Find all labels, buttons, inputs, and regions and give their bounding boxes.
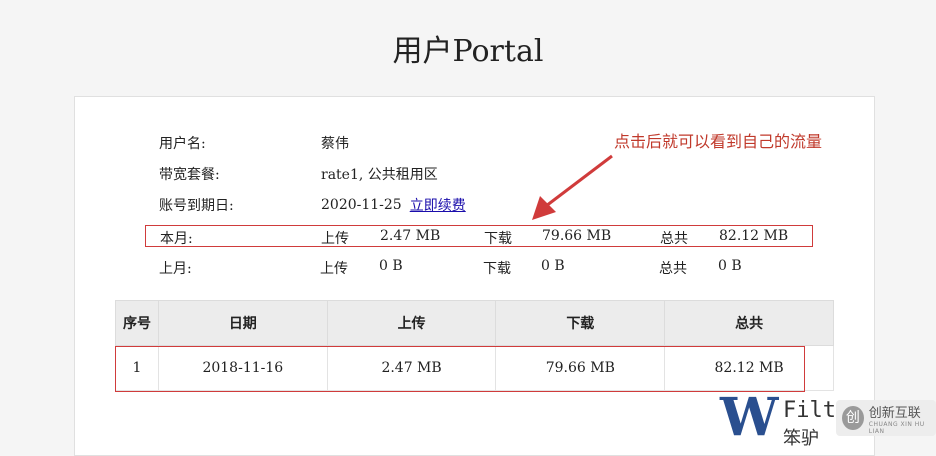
header-download: 下载 xyxy=(495,300,666,346)
last-month-download-label: 下载 xyxy=(483,261,511,277)
table-header-row: 序号 日期 上传 下载 总共 xyxy=(115,300,834,346)
brand-subtitle: CHUANG XIN HU LIAN xyxy=(868,420,925,435)
this-month-total-label: 总共 xyxy=(660,231,688,247)
this-month-total-value: 82.12 MB xyxy=(719,228,789,244)
username-value: 蔡伟 xyxy=(321,136,349,152)
row-highlight-box xyxy=(115,346,805,392)
last-month-download-value: 0 B xyxy=(541,258,565,274)
page-title: 用户Portal xyxy=(392,34,544,69)
this-month-upload-value: 2.47 MB xyxy=(380,228,441,244)
plan-row: 带宽套餐: rate1, 公共租用区 xyxy=(159,164,438,184)
annotation-text: 点击后就可以看到自己的流量 xyxy=(614,132,823,151)
this-month-row: 本月: 上传 2.47 MB 下载 79.66 MB 总共 82.12 MB xyxy=(145,225,813,247)
brand-badge: 创 创新互联 CHUANG XIN HU LIAN xyxy=(836,400,936,436)
header-upload: 上传 xyxy=(326,300,497,346)
brand-logo-icon: 创 xyxy=(842,406,864,430)
this-month-download-label: 下载 xyxy=(484,231,512,247)
last-month-total-value: 0 B xyxy=(718,258,742,274)
last-month-upload-label: 上传 xyxy=(320,261,348,277)
header-index: 序号 xyxy=(115,300,159,346)
this-month-download-value: 79.66 MB xyxy=(542,228,612,244)
last-month-label: 上月: xyxy=(159,261,192,277)
header-date: 日期 xyxy=(157,300,328,346)
watermark-text-line2: 笨驴 xyxy=(783,428,819,449)
last-month-total-label: 总共 xyxy=(659,261,687,277)
this-month-label: 本月: xyxy=(160,231,193,247)
expiry-value: 2020-11-25 xyxy=(321,197,402,213)
last-month-upload-value: 0 B xyxy=(379,258,403,274)
annotation-arrow-icon xyxy=(532,154,613,220)
expiry-label: 账号到期日: xyxy=(159,198,234,214)
watermark-text-line1: Filt xyxy=(783,398,836,423)
plan-label: 带宽套餐: xyxy=(159,167,220,183)
last-month-row: 上月: 上传 0 B 下载 0 B 总共 0 B xyxy=(145,256,813,278)
plan-value: rate1, 公共租用区 xyxy=(321,167,438,183)
username-label: 用户名: xyxy=(159,136,206,152)
this-month-upload-label: 上传 xyxy=(321,231,349,247)
username-row: 用户名: 蔡伟 xyxy=(159,133,349,153)
renew-link[interactable]: 立即续费 xyxy=(410,195,466,215)
header-total: 总共 xyxy=(664,300,834,346)
watermark-logo-icon: W xyxy=(720,387,779,448)
brand-name: 创新互联 xyxy=(868,405,921,421)
expiry-row: 账号到期日: 2020-11-25 立即续费 xyxy=(159,195,466,215)
